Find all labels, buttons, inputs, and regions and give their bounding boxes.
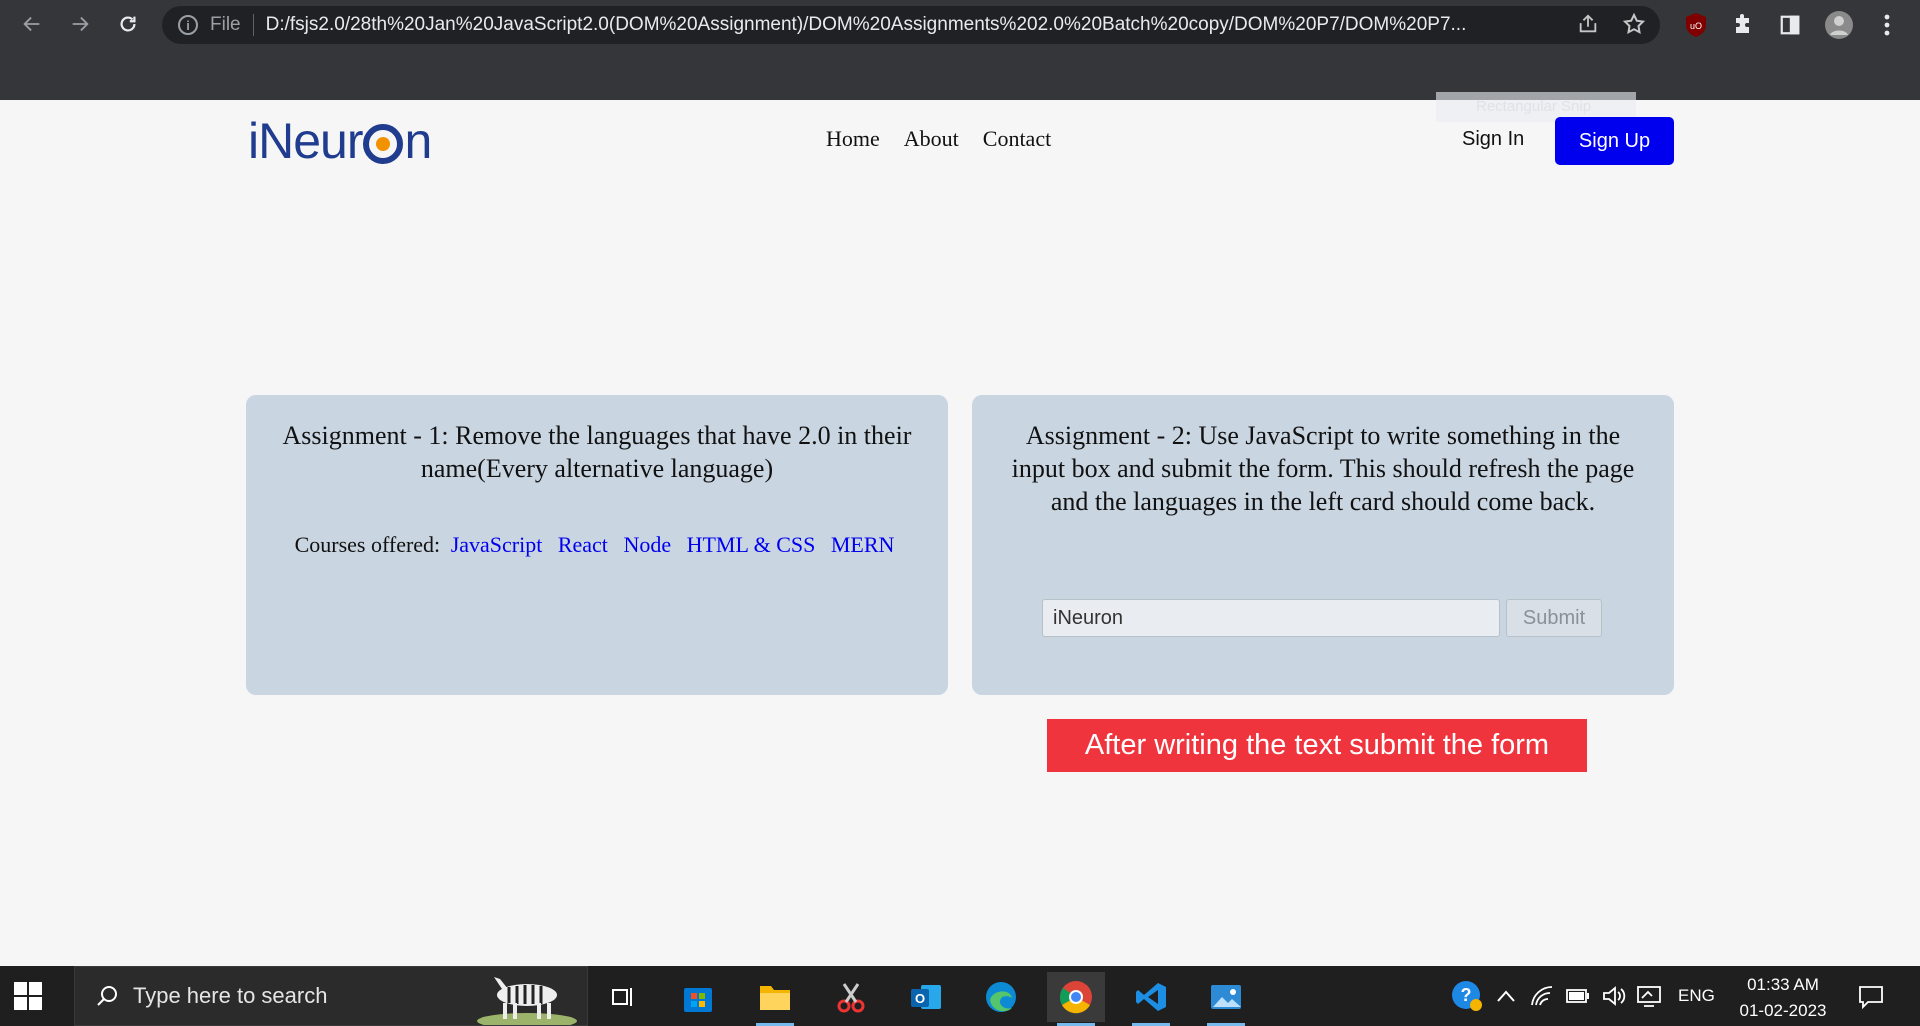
course-react[interactable]: React [558, 532, 608, 557]
clock-time: 01:33 AM [1747, 975, 1819, 994]
course-node[interactable]: Node [623, 532, 671, 557]
sign-in-link[interactable]: Sign In [1462, 128, 1524, 151]
submit-button[interactable]: Submit [1506, 599, 1602, 637]
url-text[interactable]: D:/fsjs2.0/28th%20Jan%20JavaScript2.0(DO… [266, 14, 1556, 36]
volume-icon[interactable] [1602, 985, 1626, 1007]
submit-form: Submit [1042, 599, 1602, 637]
taskbar-search[interactable]: Type here to search [74, 966, 588, 1026]
course-mern[interactable]: MERN [831, 532, 895, 557]
extensions-puzzle-icon[interactable] [1728, 10, 1758, 40]
nav-home[interactable]: Home [826, 126, 880, 152]
system-tray: ? ENG [1450, 966, 1715, 1026]
info-icon[interactable]: i [178, 15, 198, 35]
bookmark-star-icon[interactable] [1620, 10, 1648, 38]
assignment-1-card: Assignment - 1: Remove the languages tha… [246, 395, 948, 695]
chrome-icon[interactable] [1047, 972, 1105, 1026]
vscode-icon[interactable] [1122, 972, 1180, 1026]
nav-about[interactable]: About [904, 126, 959, 152]
clock-date: 01-02-2023 [1739, 1001, 1827, 1020]
back-icon[interactable] [16, 8, 48, 40]
input-language[interactable]: ENG [1678, 986, 1715, 1006]
assignment-2-title: Assignment - 2: Use JavaScript to write … [1011, 421, 1635, 516]
sign-up-button[interactable]: Sign Up [1555, 117, 1674, 165]
chevron-up-icon[interactable] [1496, 989, 1516, 1003]
logo-text-start: iNeur [248, 113, 363, 169]
help-icon[interactable]: ? [1450, 979, 1484, 1013]
windows-taskbar: Type here to search O ? ENG 01:33 AM 01-… [0, 966, 1920, 1026]
main-nav: Home About Contact [826, 126, 1051, 152]
courses-list: Courses offered: JavaScript React Node H… [246, 532, 948, 558]
url-scheme: File [210, 14, 241, 35]
file-explorer-icon[interactable] [746, 972, 804, 1026]
outlook-icon[interactable]: O [897, 972, 955, 1022]
svg-text:uO: uO [1690, 21, 1702, 31]
display-icon[interactable] [1636, 984, 1662, 1008]
assignment-2-card: Assignment - 2: Use JavaScript to write … [972, 395, 1674, 695]
svg-text:O: O [915, 991, 925, 1006]
snipping-tool-icon[interactable] [822, 972, 880, 1022]
browser-menu-icon[interactable] [1872, 10, 1902, 40]
microsoft-store-icon[interactable] [669, 972, 727, 1022]
photos-icon[interactable] [1197, 972, 1255, 1026]
share-icon[interactable] [1574, 10, 1602, 38]
logo-o-mark [363, 124, 404, 164]
notification-center-icon[interactable] [1843, 972, 1899, 1022]
address-divider [252, 14, 254, 36]
zebra-search-highlight-icon [477, 977, 577, 1025]
battery-icon[interactable] [1566, 988, 1590, 1004]
nav-contact[interactable]: Contact [983, 126, 1051, 152]
browser-chrome: i File D:/fsjs2.0/28th%20Jan%20JavaScrip… [0, 0, 1920, 100]
taskbar-clock[interactable]: 01:33 AM 01-02-2023 [1728, 972, 1838, 1024]
side-panel-icon[interactable] [1775, 10, 1805, 40]
course-html-css[interactable]: HTML & CSS [687, 532, 816, 557]
edge-icon[interactable] [972, 972, 1030, 1022]
search-icon [97, 986, 117, 1006]
courses-label: Courses offered: [294, 532, 441, 557]
windows-start-icon[interactable] [14, 982, 42, 1010]
ineuron-logo[interactable]: iNeur n [248, 112, 432, 170]
reload-icon[interactable] [112, 8, 144, 40]
forward-icon[interactable] [64, 8, 96, 40]
search-placeholder: Type here to search [133, 983, 328, 1008]
text-input[interactable] [1042, 599, 1500, 637]
wifi-icon[interactable] [1530, 985, 1554, 1007]
profile-avatar[interactable] [1824, 10, 1854, 40]
address-bar[interactable]: i File D:/fsjs2.0/28th%20Jan%20JavaScrip… [162, 6, 1660, 44]
instruction-banner: After writing the text submit the form [1047, 719, 1587, 772]
svg-text:?: ? [1461, 985, 1472, 1005]
web-page: Rectangular Snip iNeur n Home About Cont… [0, 92, 1920, 966]
assignment-1-title: Assignment - 1: Remove the languages tha… [282, 421, 912, 483]
task-view-icon[interactable] [594, 972, 652, 1022]
ublock-icon[interactable]: uO [1681, 10, 1711, 40]
course-javascript[interactable]: JavaScript [451, 532, 543, 557]
logo-text-end: n [404, 113, 432, 169]
